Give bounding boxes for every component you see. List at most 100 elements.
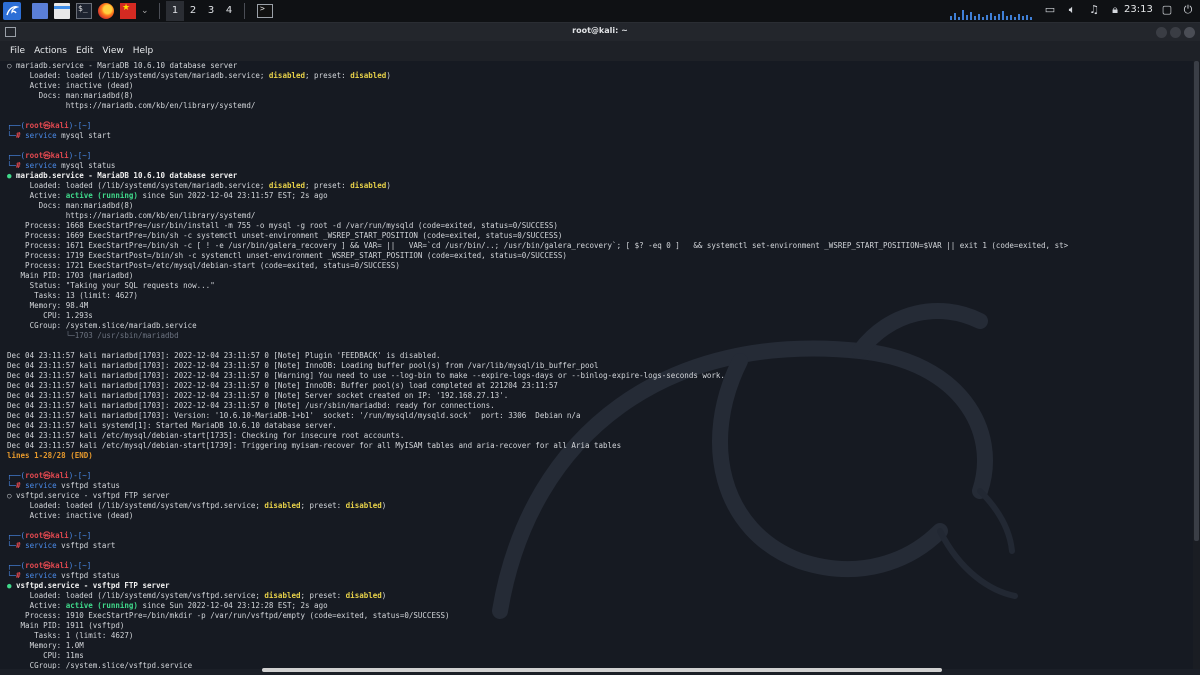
terminal-line: Process: 1719 ExecStartPost=/bin/sh -c s… xyxy=(7,251,1187,261)
terminal-text: )-[~] xyxy=(68,531,92,540)
terminal-line: Dec 04 23:11:57 kali mariadbd[1703]: 202… xyxy=(7,381,1187,391)
terminal-line: Active: inactive (dead) xyxy=(7,81,1187,91)
terminal-line: Loaded: loaded (/lib/systemd/system/vsft… xyxy=(7,501,1187,511)
lock-screen-icon[interactable]: ▢ xyxy=(1160,3,1174,17)
terminal-text: Loaded: loaded (/lib/systemd/system/mari… xyxy=(7,181,269,190)
terminal-text: disabled xyxy=(345,591,382,600)
terminal-text: https://mariadb.com/kb/en/library/system… xyxy=(7,211,256,220)
terminal-line: ┌──(root㉿kali)-[~] xyxy=(7,531,1187,541)
terminal-text: ; preset: xyxy=(305,181,351,190)
terminal-line: ● mariadb.service - MariaDB 10.6.10 data… xyxy=(7,171,1187,181)
terminal-line: Dec 04 23:11:57 kali /etc/mysql/debian-s… xyxy=(7,441,1187,451)
window-titlebar[interactable]: root@kali: ~ xyxy=(0,23,1200,41)
maximize-button[interactable] xyxy=(1170,27,1181,38)
terminal-line: Dec 04 23:11:57 kali /etc/mysql/debian-s… xyxy=(7,431,1187,441)
terminal-text: Main PID: 1703 (mariadbd) xyxy=(7,271,134,280)
top-panel: ⌄ 1 2 3 4 ▭ 🔈︎ ♫ 🔒︎ 23:13 ▢ ⏻ xyxy=(0,0,1200,23)
monitor-icon[interactable]: ▭ xyxy=(1043,3,1057,17)
terminal-line: Status: "Taking your SQL requests now...… xyxy=(7,281,1187,291)
menu-help[interactable]: Help xyxy=(133,46,154,56)
terminal-text: https://mariadb.com/kb/en/library/system… xyxy=(7,101,256,110)
terminal-text: Dec 04 23:11:57 kali mariadbd[1703]: 202… xyxy=(7,381,558,390)
terminal-task-icon[interactable] xyxy=(257,4,273,18)
scrollbar-thumb[interactable] xyxy=(1194,61,1199,541)
terminal-text: Process: 1669 ExecStartPre=/bin/sh -c sy… xyxy=(7,231,563,240)
terminal-line: ┌──(root㉿kali)-[~] xyxy=(7,121,1187,131)
terminal-line: CPU: 1.293s xyxy=(7,311,1187,321)
minimize-button[interactable] xyxy=(1156,27,1167,38)
terminal-text: Dec 04 23:11:57 kali systemd[1]: Started… xyxy=(7,421,337,430)
terminal-output[interactable]: ○ mariadb.service - MariaDB 10.6.10 data… xyxy=(0,61,1193,669)
terminal-text: Dec 04 23:11:57 kali mariadbd[1703]: Ver… xyxy=(7,411,581,420)
workspace-2[interactable]: 2 xyxy=(184,1,202,21)
scrollbar[interactable] xyxy=(1193,61,1200,669)
terminal-text: ┌──( xyxy=(7,561,26,570)
files-icon[interactable] xyxy=(54,3,70,19)
terminal-text: disabled xyxy=(350,181,387,190)
chevron-down-icon[interactable]: ⌄ xyxy=(141,6,151,16)
terminal-text: ┌──( xyxy=(7,471,26,480)
menu-view[interactable]: View xyxy=(102,46,123,56)
terminal-text: )-[~] xyxy=(68,471,92,480)
terminal-text: Process: 1721 ExecStartPost=/etc/mysql/d… xyxy=(7,261,400,270)
menu-file[interactable]: File xyxy=(10,46,25,56)
terminal-text: ○ mariadb.service - MariaDB 10.6.10 data… xyxy=(7,61,238,70)
terminal-line: Dec 04 23:11:57 kali mariadbd[1703]: 202… xyxy=(7,371,1187,381)
terminal-text: root㉿kali xyxy=(25,121,69,130)
terminal-text: CGroup: /system.slice/mariadb.service xyxy=(7,321,197,330)
workspace-3[interactable]: 3 xyxy=(202,1,220,21)
close-button[interactable] xyxy=(1184,27,1195,38)
volume-icon[interactable]: 🔈︎ xyxy=(1065,3,1079,17)
lock-icon[interactable]: 🔒︎ xyxy=(1108,3,1122,17)
terminal-line: └─1703 /usr/sbin/mariadbd xyxy=(7,331,1187,341)
red-app-icon[interactable] xyxy=(120,3,136,19)
terminal-icon[interactable] xyxy=(76,3,92,19)
terminal-text: vsftpd status xyxy=(56,571,120,580)
terminal-text: ; preset: xyxy=(300,501,346,510)
terminal-line: └─# service vsftpd start xyxy=(7,541,1187,551)
terminal-line: └─# service vsftpd status xyxy=(7,571,1187,581)
notifications-icon[interactable]: ♫ xyxy=(1087,3,1101,17)
workspace-4[interactable]: 4 xyxy=(220,1,238,21)
terminal-line: Dec 04 23:11:57 kali mariadbd[1703]: 202… xyxy=(7,361,1187,371)
terminal-text: Process: 1719 ExecStartPost=/bin/sh -c s… xyxy=(7,251,567,260)
terminal-text: CGroup: /system.slice/vsftpd.service xyxy=(7,661,193,669)
terminal-line: └─# service vsftpd status xyxy=(7,481,1187,491)
terminal-window: root@kali: ~ File Actions Edit View Help… xyxy=(0,23,1200,675)
power-icon[interactable]: ⏻ xyxy=(1181,3,1195,17)
terminal-text: Tasks: 13 (limit: 4627) xyxy=(7,291,138,300)
terminal-line: lines 1-28/28 (END) xyxy=(7,451,1187,461)
terminal-text: CPU: 11ms xyxy=(7,651,84,660)
terminal-text: active (running) xyxy=(65,191,138,200)
terminal-line: https://mariadb.com/kb/en/library/system… xyxy=(7,211,1187,221)
terminal-text: disabled xyxy=(268,181,306,190)
terminal-line: Dec 04 23:11:57 kali systemd[1]: Started… xyxy=(7,421,1187,431)
terminal-text: since Sun 2022-12-04 23:11:57 EST; 2s ag… xyxy=(137,191,328,200)
menu-actions[interactable]: Actions xyxy=(34,46,67,56)
terminal-text: ┌──( xyxy=(7,531,26,540)
terminal-text: └─ xyxy=(7,571,17,580)
terminal-text: Dec 04 23:11:57 kali mariadbd[1703]: 202… xyxy=(7,391,509,400)
firefox-icon[interactable] xyxy=(98,3,114,19)
terminal-text: vsftpd.service - vsftpd FTP server xyxy=(11,581,170,590)
terminal-text: root㉿kali xyxy=(25,151,69,160)
terminal-line: CGroup: /system.slice/mariadb.service xyxy=(7,321,1187,331)
terminal-text: vsftpd start xyxy=(56,541,116,550)
terminal-text: Memory: 98.4M xyxy=(7,301,89,310)
desktop-icon[interactable] xyxy=(32,3,48,19)
terminal-line: https://mariadb.com/kb/en/library/system… xyxy=(7,101,1187,111)
clock[interactable]: 23:13 xyxy=(1124,4,1153,15)
terminal-text: vsftpd status xyxy=(56,481,120,490)
terminal-line: Loaded: loaded (/lib/systemd/system/mari… xyxy=(7,181,1187,191)
kali-menu-icon[interactable] xyxy=(3,2,21,20)
workspace-1[interactable]: 1 xyxy=(166,1,184,21)
terminal-text: Loaded: loaded (/lib/systemd/system/vsft… xyxy=(7,591,265,600)
menu-edit[interactable]: Edit xyxy=(76,46,93,56)
terminal-text: Active: inactive (dead) xyxy=(7,511,134,520)
terminal-line: ┌──(root㉿kali)-[~] xyxy=(7,471,1187,481)
terminal-text: service xyxy=(25,161,57,170)
terminal-line: Tasks: 13 (limit: 4627) xyxy=(7,291,1187,301)
